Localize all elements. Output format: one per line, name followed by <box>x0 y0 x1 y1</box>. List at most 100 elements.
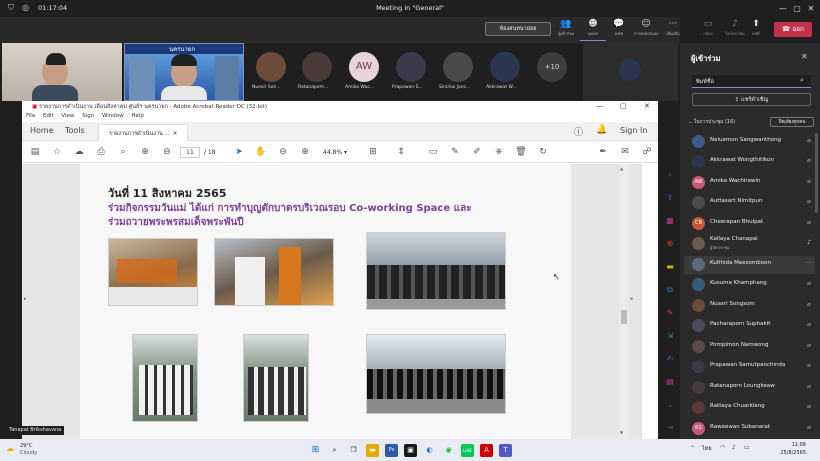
chevron-down-icon[interactable]: ⌄ <box>663 398 677 412</box>
scrollbar-thumb[interactable] <box>621 310 627 324</box>
more-icon[interactable]: ··· <box>805 260 813 269</box>
minimize-icon[interactable]: — <box>596 102 603 110</box>
more-participants-count[interactable]: +10 <box>537 52 567 82</box>
tray-chevron-icon[interactable]: ⌃ <box>690 445 695 452</box>
participant-row[interactable]: Kusuma Khamphang ⌀ <box>690 276 815 294</box>
menu-sign[interactable]: Sign <box>82 113 94 119</box>
maximize-icon[interactable]: ▢ <box>620 102 627 110</box>
star-icon[interactable]: ☆ <box>50 145 64 159</box>
close-icon[interactable]: ✕ <box>804 2 818 15</box>
print-icon[interactable]: ⎙ <box>94 145 108 159</box>
hand-icon[interactable]: ✋ <box>254 145 268 159</box>
clock-time[interactable]: 11:06 <box>776 442 806 448</box>
zoom-out-icon[interactable]: ⊖ <box>276 145 290 159</box>
chrome-icon[interactable]: ◉ <box>442 444 455 457</box>
teams-icon[interactable]: T <box>499 444 512 457</box>
vertical-scrollbar[interactable]: ▲ ▼ <box>620 164 628 439</box>
reactions-control[interactable]: ☺ การตอบสนอง <box>633 19 659 41</box>
rotate-icon[interactable]: ↻ <box>536 145 550 159</box>
share-invite-button[interactable]: ⇪ แชร์คำเชิญ <box>692 93 811 106</box>
search-icon[interactable]: ⌕ <box>116 145 130 159</box>
highlight-icon[interactable]: ✎ <box>448 145 462 159</box>
draw-icon[interactable]: ✐ <box>470 145 484 159</box>
video-feed-presenter[interactable]: นครนายก <box>124 43 244 101</box>
scroll-down-icon[interactable]: ▼ <box>620 430 623 435</box>
weather-temp[interactable]: 29°C <box>20 443 32 449</box>
photos-icon[interactable]: ▣ <box>404 444 417 457</box>
menu-view[interactable]: View <box>61 113 74 119</box>
task-view-icon[interactable]: ❐ <box>347 444 360 457</box>
combine-files-icon[interactable]: ⧉ <box>663 283 677 297</box>
participant-row[interactable]: Kallaya Chanapai ผู้จัดประชุม ♪ <box>690 235 815 253</box>
compress-icon[interactable]: ⇲ <box>663 329 677 343</box>
organize-pages-icon[interactable]: ▦ <box>663 214 677 228</box>
comment-icon[interactable]: ▭ <box>426 145 440 159</box>
video-feed-self[interactable] <box>2 43 122 101</box>
cursor-icon[interactable]: ➤ <box>232 145 246 159</box>
participant-row[interactable]: Auttasart Nimitpun ⌀ <box>690 194 815 212</box>
zoom-in-icon[interactable]: ⊕ <box>298 145 312 159</box>
menu-edit[interactable]: Edit <box>43 113 54 119</box>
comment-icon[interactable]: ▬ <box>663 260 677 274</box>
save-icon[interactable]: ▤ <box>28 145 42 159</box>
export-pdf-icon[interactable]: ⇪ <box>663 191 677 205</box>
stamp-icon[interactable]: ⎈ <box>492 145 506 159</box>
self-preview-tile[interactable] <box>583 43 678 101</box>
fit-page-icon[interactable]: ⊞ <box>366 145 380 159</box>
camera-control[interactable]: ▭ กล้อง <box>695 19 721 41</box>
wifi-icon[interactable]: ◠ <box>720 444 725 451</box>
tab-document[interactable]: รายงานการดำเนินงาน ... ✕ <box>98 124 188 141</box>
collapse-left-icon[interactable]: ▸ <box>24 296 27 302</box>
more-control[interactable]: ··· เพิ่มเติม <box>660 19 686 41</box>
menu-help[interactable]: Help <box>131 113 144 119</box>
mute-all-button[interactable]: ปิดเสียงทุกคน <box>770 117 814 127</box>
bell-icon[interactable]: 🔔 <box>596 125 607 135</box>
mail-icon[interactable]: ✉ <box>618 145 632 159</box>
participant-row[interactable]: CB Cheerapan Bhulpat ⌀ <box>690 215 815 233</box>
create-pdf-icon[interactable]: ⊕ <box>663 237 677 251</box>
participant-row-hovered[interactable]: Kulthida Meesomboon ··· <box>684 256 815 274</box>
language-indicator[interactable]: ไทย <box>702 445 712 453</box>
sign-in-link[interactable]: Sign In <box>620 126 647 135</box>
search-icon[interactable]: ⌕ <box>328 444 341 457</box>
tab-tools[interactable]: Tools <box>65 126 85 135</box>
help-icon[interactable]: ⓘ <box>574 125 583 138</box>
participant-row[interactable]: RS Raweewan Subanarat ⌀ <box>690 420 815 438</box>
minimize-icon[interactable]: — <box>776 2 790 15</box>
close-icon[interactable]: ✕ <box>644 102 650 110</box>
fill-sign-icon[interactable]: ✍ <box>663 352 677 366</box>
windows-start-icon[interactable]: ⊞ <box>309 444 322 457</box>
chat-control[interactable]: 💬 แชท <box>606 19 632 41</box>
page-up-icon[interactable]: ⊕ <box>138 145 152 159</box>
collapse-pane-icon[interactable]: ⇥ <box>663 421 677 435</box>
participant-row[interactable]: Pacharaporn Suphakit ⌀ <box>690 317 815 335</box>
collapse-right-icon[interactable]: ◂ <box>630 296 633 302</box>
participant-row[interactable]: Naluemon Sangwanthong ⌀ <box>690 133 815 151</box>
search-icon[interactable]: ⌕ <box>663 168 677 182</box>
delete-icon[interactable]: 🗑 <box>514 145 528 159</box>
zoom-select[interactable]: 44.8% ▾ <box>318 147 352 158</box>
battery-icon[interactable]: ▭ <box>744 444 750 451</box>
line-icon[interactable]: LINE <box>461 444 474 457</box>
section-label[interactable]: ⌄ ในการประชุม (16) <box>688 118 735 126</box>
participant-row[interactable]: Rattaya Chuarklang ⌀ <box>690 399 815 417</box>
share-link-icon[interactable]: ☍ <box>640 145 654 159</box>
tab-home[interactable]: Home <box>30 126 54 135</box>
participant-row[interactable]: Nuasri Songsom ⌀ <box>690 297 815 315</box>
close-tab-icon[interactable]: ✕ <box>173 131 178 137</box>
search-icon[interactable]: ⌕ <box>800 76 804 85</box>
scroll-up-icon[interactable]: ▲ <box>620 166 623 171</box>
edit-pdf-icon[interactable]: ✎ <box>663 306 677 320</box>
photoshop-icon[interactable]: Ps <box>385 444 398 457</box>
scroll-mode-icon[interactable]: ⇕ <box>394 145 408 159</box>
panel-scrollbar-thumb[interactable] <box>815 133 818 213</box>
participant-row[interactable]: Ratanaporn Loungkeaw ⌀ <box>690 379 815 397</box>
volume-icon[interactable]: ♪ <box>732 444 736 451</box>
leave-button[interactable]: ☎ ออก <box>774 22 812 37</box>
participant-row[interactable]: Akkrawat Wongthitikun ⌀ <box>690 153 815 171</box>
acrobat-icon[interactable]: A <box>480 444 493 457</box>
page-number-input[interactable]: 11 <box>180 147 200 158</box>
participant-search-input[interactable]: พิมพ์ชื่อ <box>692 75 811 88</box>
page-down-icon[interactable]: ⊖ <box>160 145 174 159</box>
breakout-rooms-button[interactable]: ห้องสนทนาย่อย <box>485 22 551 36</box>
